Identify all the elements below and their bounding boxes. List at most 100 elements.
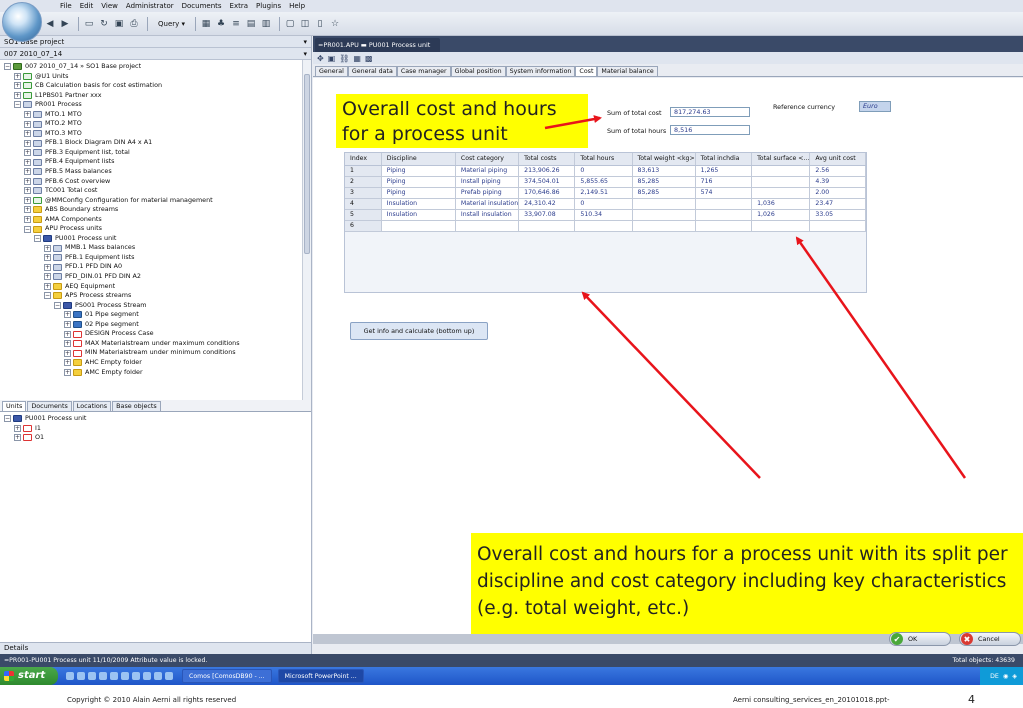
pin-icon[interactable]: ✥ (317, 54, 324, 63)
expand-icon[interactable]: + (14, 434, 21, 442)
tree-node[interactable]: + MAX Materialstream under maximum condit… (0, 339, 311, 349)
table-cell[interactable] (751, 165, 811, 177)
tree-node[interactable]: − 007 2010_07_14 » SO1 Base project (0, 62, 311, 72)
quick-launch-icon[interactable] (132, 672, 140, 680)
table-cell[interactable]: 33.05 (809, 209, 866, 221)
quick-launch-icon[interactable] (121, 672, 129, 680)
expand-icon[interactable]: + (64, 311, 71, 319)
split-icon[interactable]: ◫ (299, 18, 311, 30)
query-button[interactable]: Query ▾ (158, 20, 185, 28)
column-header[interactable]: Total weight <kg> (632, 153, 696, 166)
tab-base-objects[interactable]: Base objects (112, 401, 161, 411)
expand-icon[interactable]: + (64, 359, 71, 367)
column-header[interactable]: Total costs (518, 153, 576, 166)
collapse-icon[interactable]: − (14, 101, 21, 109)
table-cell[interactable] (574, 220, 633, 232)
expand-icon[interactable]: + (24, 158, 31, 166)
table-cell[interactable]: 1 (345, 165, 382, 177)
table-cell[interactable] (751, 220, 811, 232)
expand-icon[interactable]: + (24, 187, 31, 195)
tab-material-balance[interactable]: Material balance (597, 66, 658, 76)
tree-node[interactable]: + PFB.3 Equipment list, total (0, 148, 311, 158)
table-cell[interactable]: Piping (381, 187, 456, 199)
quick-launch-icon[interactable] (77, 672, 85, 680)
collapse-icon[interactable]: − (4, 63, 11, 71)
chart-icon[interactable]: ▥ (260, 18, 272, 30)
back-icon[interactable]: ◀ (44, 18, 56, 30)
start-button[interactable]: start (0, 667, 58, 685)
collapse-icon[interactable]: − (44, 292, 51, 300)
expand-icon[interactable]: + (24, 196, 31, 204)
expand-icon[interactable]: + (44, 273, 51, 281)
column-header[interactable]: Discipline (381, 153, 456, 166)
tree-node[interactable]: − PS001 Process Stream (0, 301, 311, 311)
table-cell[interactable]: 4.39 (809, 176, 866, 188)
save-icon[interactable]: ▣ (113, 18, 125, 30)
table-cell[interactable]: 23.47 (809, 198, 866, 210)
tab-global-position[interactable]: Global position (450, 66, 506, 76)
menu-documents[interactable]: Documents (182, 2, 222, 10)
document-tab[interactable]: =PR001.APU ▬ PU001 Process unit (315, 38, 441, 52)
tab-units[interactable]: Units (2, 401, 27, 411)
tab-general-data[interactable]: General data (347, 66, 397, 76)
table-cell[interactable]: 83,613 (632, 165, 696, 177)
tree-node[interactable]: + PFD_DIN.01 PFD DIN A2 (0, 272, 311, 282)
tab-case-manager[interactable]: Case manager (396, 66, 451, 76)
app-logo[interactable] (2, 2, 42, 42)
expand-icon[interactable]: + (64, 340, 71, 348)
table-cell[interactable]: 4 (345, 198, 382, 210)
quick-launch-icon[interactable] (143, 672, 151, 680)
taskbar-comos[interactable]: Comos [ComosDB90 - ... (182, 669, 272, 683)
table-cell[interactable] (695, 198, 753, 210)
project-selector[interactable]: SO1 Base project ▾ (0, 36, 311, 48)
attributes-icon[interactable]: ≡ (230, 18, 242, 30)
expand-icon[interactable]: + (24, 168, 31, 176)
tree-node[interactable]: + PFB.4 Equipment lists (0, 157, 311, 167)
table-cell[interactable]: 85,285 (632, 187, 696, 199)
table-cell[interactable]: 510.34 (574, 209, 633, 221)
tree-node[interactable]: + PFB.1 Equipment lists (0, 253, 311, 263)
table-cell[interactable] (751, 187, 811, 199)
scrollbar-thumb[interactable] (304, 74, 310, 254)
tree-node[interactable]: + AMC Empty folder (0, 368, 311, 378)
menu-view[interactable]: View (101, 2, 118, 10)
language-indicator[interactable]: DE (990, 673, 999, 680)
table-cell[interactable] (381, 220, 456, 232)
table-cell[interactable]: Insulation (381, 209, 456, 221)
expand-icon[interactable]: + (64, 349, 71, 357)
table-cell[interactable]: 33,907.08 (518, 209, 576, 221)
tree-node[interactable]: + DESIGN Process Case (0, 329, 311, 339)
tree-node[interactable]: + PFB.5 Mass balances (0, 167, 311, 177)
tree-node[interactable]: − PU001 Process unit (0, 234, 311, 244)
tree-scrollbar[interactable] (302, 60, 311, 400)
table-cell[interactable] (455, 220, 520, 232)
tab-cost[interactable]: Cost (575, 66, 598, 76)
column-header[interactable]: Index (345, 153, 382, 166)
tree-node[interactable]: + @MMConfig Configuration for material ma… (0, 196, 311, 206)
details-tab[interactable]: Details (0, 642, 311, 654)
quick-launch-icon[interactable] (165, 672, 173, 680)
table-cell[interactable]: 374,504.01 (518, 176, 576, 188)
table-cell[interactable]: 0 (574, 198, 633, 210)
tree-node[interactable]: + AMA Components (0, 215, 311, 225)
collapse-icon[interactable]: − (24, 225, 31, 233)
column-header[interactable]: Total surface <... (751, 153, 811, 166)
tree-node[interactable]: − APU Process units (0, 224, 311, 234)
table-cell[interactable]: Piping (381, 176, 456, 188)
print-icon[interactable]: ⎙ (128, 18, 140, 30)
table-cell[interactable]: 2 (345, 176, 382, 188)
forward-icon[interactable]: ▶ (59, 18, 71, 30)
menu-plugins[interactable]: Plugins (256, 2, 281, 10)
table-cell[interactable]: 213,906.26 (518, 165, 576, 177)
expand-icon[interactable]: + (24, 139, 31, 147)
table-cell[interactable] (695, 209, 753, 221)
table-cell[interactable]: 5,855.65 (574, 176, 633, 188)
grid-icon[interactable]: ▦ (353, 54, 361, 63)
cancel-button[interactable]: ✖ Cancel (959, 632, 1021, 646)
expand-icon[interactable]: + (64, 368, 71, 376)
expand-icon[interactable]: + (14, 91, 21, 99)
navigator-icon[interactable]: ▦ (200, 18, 212, 30)
column-header[interactable]: Cost category (455, 153, 520, 166)
tab-system-information[interactable]: System information (505, 66, 576, 76)
menu-administrator[interactable]: Administrator (126, 2, 174, 10)
